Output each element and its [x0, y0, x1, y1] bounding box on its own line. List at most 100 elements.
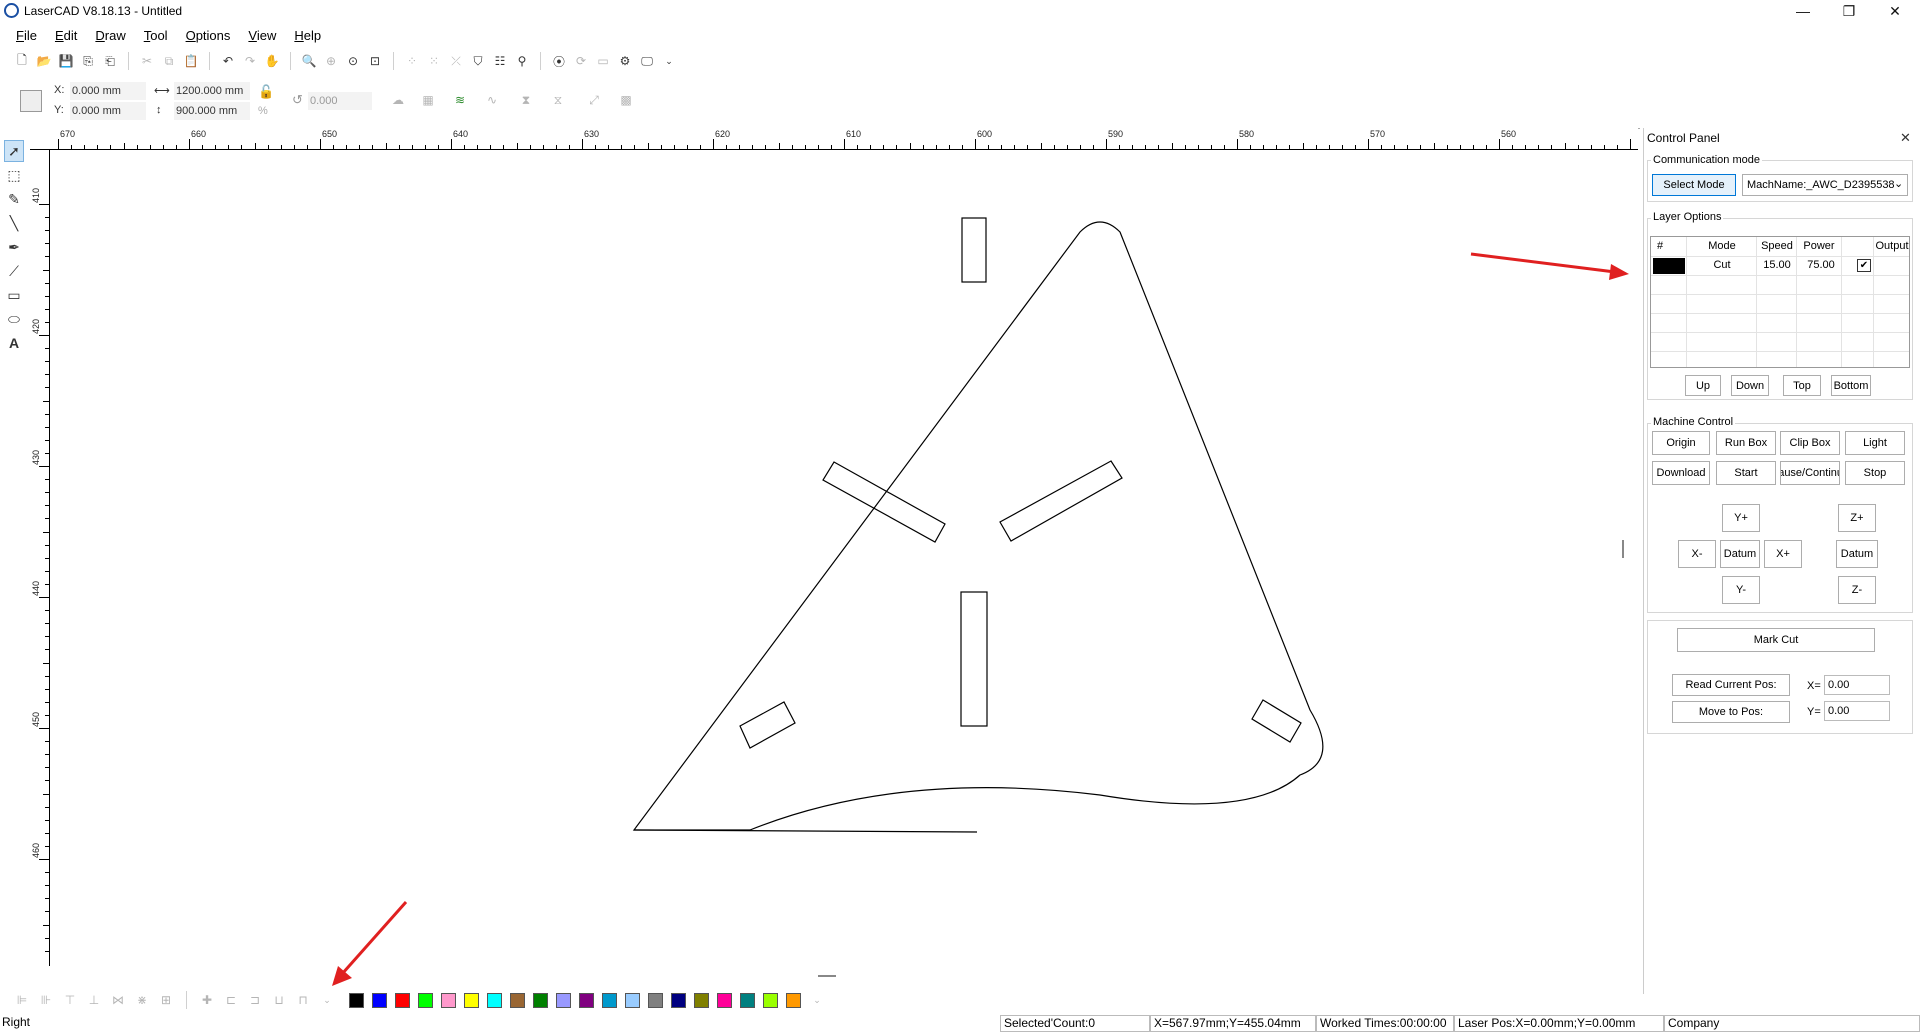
- polyline-icon[interactable]: ⟋: [4, 260, 24, 282]
- download-button[interactable]: Download: [1652, 461, 1710, 485]
- base-line-path[interactable]: [633, 829, 978, 833]
- layer-power[interactable]: 75.00: [1801, 259, 1841, 271]
- smooth-icon[interactable]: ∿: [484, 92, 500, 108]
- bezier-pen-icon[interactable]: ✎: [4, 188, 24, 210]
- cut-icon[interactable]: ✂: [139, 53, 155, 69]
- palette-swatch[interactable]: [395, 992, 410, 1008]
- menu-tool[interactable]: Tool: [144, 28, 168, 43]
- layer-top-button[interactable]: Top: [1783, 375, 1821, 396]
- layer-bottom-button[interactable]: Bottom: [1831, 375, 1871, 396]
- start-button[interactable]: Start: [1716, 461, 1776, 485]
- bitmap-icon[interactable]: ▩: [618, 92, 634, 108]
- palette-swatch[interactable]: [441, 992, 456, 1008]
- x-position-field[interactable]: 0.000 mm: [70, 82, 146, 100]
- redo-icon[interactable]: ↷: [242, 53, 258, 69]
- zoom-page-icon[interactable]: ⊡: [367, 53, 383, 69]
- align-vcenter-icon[interactable]: ⋈: [110, 992, 126, 1008]
- palette-swatch[interactable]: [786, 992, 801, 1008]
- menu-options[interactable]: Options: [186, 28, 231, 43]
- palette-swatch[interactable]: [763, 992, 778, 1008]
- jog-z-minus-button[interactable]: Z-: [1838, 576, 1876, 604]
- center-slot[interactable]: [960, 591, 988, 727]
- import-icon[interactable]: ⎘: [80, 53, 96, 69]
- palette-swatch[interactable]: [671, 992, 686, 1008]
- bottom-right-slot[interactable]: [1251, 699, 1302, 743]
- array-icon[interactable]: ☷: [492, 53, 508, 69]
- ellipse-icon[interactable]: ⬭: [4, 308, 24, 330]
- same-size-icon[interactable]: ⊔: [271, 992, 287, 1008]
- align-bottom-icon[interactable]: ⊥: [86, 992, 102, 1008]
- palette-swatch[interactable]: [418, 992, 433, 1008]
- palette-swatch[interactable]: [556, 992, 571, 1008]
- maximize-button[interactable]: ❐: [1826, 0, 1872, 22]
- jog-y-minus-button[interactable]: Y-: [1722, 576, 1760, 604]
- align-left-icon[interactable]: ⊫: [14, 992, 30, 1008]
- chevron-down-icon[interactable]: ⌄: [1894, 177, 1904, 190]
- origin-button[interactable]: Origin: [1652, 431, 1710, 455]
- toolbar-overflow-icon[interactable]: ⌄: [661, 53, 677, 69]
- distribute-icon[interactable]: ⊞: [158, 992, 174, 1008]
- frame-icon[interactable]: ▭: [595, 53, 611, 69]
- align-right-icon[interactable]: ⊪: [38, 992, 54, 1008]
- palette-swatch[interactable]: [625, 992, 640, 1008]
- break-icon[interactable]: ⤫: [448, 53, 464, 69]
- layer-up-button[interactable]: Up: [1685, 375, 1721, 396]
- open-file-icon[interactable]: 📂: [36, 53, 52, 69]
- layer-down-button[interactable]: Down: [1731, 375, 1769, 396]
- pos-y-field[interactable]: 0.00: [1824, 701, 1890, 721]
- select-nodes-icon[interactable]: ⁙: [426, 53, 442, 69]
- same-height-icon[interactable]: ⊐: [247, 992, 263, 1008]
- layer-speed[interactable]: 15.00: [1759, 259, 1795, 271]
- jog-x-minus-button[interactable]: X-: [1678, 540, 1716, 568]
- palette-swatch[interactable]: [579, 992, 594, 1008]
- new-file-icon[interactable]: 🗋: [14, 53, 30, 69]
- overflow-icon[interactable]: ⌄: [319, 992, 335, 1008]
- zoom-in-icon[interactable]: ⊕: [323, 53, 339, 69]
- menu-view[interactable]: View: [248, 28, 276, 43]
- weld-icon[interactable]: ☁: [390, 92, 406, 108]
- pause-continue-button[interactable]: Pause/Continue: [1780, 461, 1840, 485]
- palette-overflow-icon[interactable]: ⌄: [809, 992, 825, 1008]
- mirror-h-icon[interactable]: ⧗: [518, 92, 534, 108]
- canvas-horizontal-splitter[interactable]: [818, 975, 836, 977]
- line-icon[interactable]: ╲: [4, 212, 24, 234]
- same-width-icon[interactable]: ⊏: [223, 992, 239, 1008]
- settings-icon[interactable]: ⚙: [617, 53, 633, 69]
- menu-help[interactable]: Help: [294, 28, 321, 43]
- menu-draw[interactable]: Draw: [95, 28, 125, 43]
- pen-icon[interactable]: ✒: [4, 236, 24, 258]
- spacing-icon[interactable]: ⊓: [295, 992, 311, 1008]
- y-position-field[interactable]: 0.000 mm: [70, 102, 146, 120]
- layer-mode[interactable]: Cut: [1701, 259, 1743, 271]
- monitor-icon[interactable]: 🖵: [639, 53, 655, 69]
- save-icon[interactable]: 💾: [58, 53, 74, 69]
- run-box-button[interactable]: Run Box: [1716, 431, 1776, 455]
- rotate-field[interactable]: 0.000: [308, 92, 372, 110]
- palette-swatch[interactable]: [740, 992, 755, 1008]
- center-icon[interactable]: ✚: [199, 992, 215, 1008]
- export-icon[interactable]: ⎗: [102, 53, 118, 69]
- read-current-pos-button[interactable]: Read Current Pos:: [1672, 674, 1790, 696]
- undo-icon[interactable]: ↶: [220, 53, 236, 69]
- palette-swatch[interactable]: [349, 992, 364, 1008]
- lead-in-icon[interactable]: ⟳: [573, 53, 589, 69]
- pan-hand-icon[interactable]: ✋: [264, 53, 280, 69]
- minimize-button[interactable]: —: [1780, 0, 1826, 22]
- menu-file[interactable]: File: [16, 28, 37, 43]
- path-icon[interactable]: ⦿: [551, 53, 567, 69]
- node-select-icon[interactable]: ⬚: [4, 164, 24, 186]
- stop-button[interactable]: Stop: [1845, 461, 1905, 485]
- right-arm-slot[interactable]: [999, 460, 1123, 542]
- palette-swatch[interactable]: [487, 992, 502, 1008]
- palette-swatch[interactable]: [464, 992, 479, 1008]
- mark-cut-button[interactable]: Mark Cut: [1677, 628, 1875, 652]
- group-icon[interactable]: ▦: [420, 92, 436, 108]
- select-mode-button[interactable]: Select Mode: [1652, 174, 1736, 196]
- machine-select[interactable]: MachName:_AWC_D2395538: [1742, 174, 1908, 196]
- palette-swatch[interactable]: [694, 992, 709, 1008]
- tag-icon[interactable]: ⛉: [470, 53, 486, 69]
- jog-x-plus-button[interactable]: X+: [1764, 540, 1802, 568]
- layer-output-checkbox[interactable]: ✔: [1857, 259, 1871, 272]
- zoom-window-icon[interactable]: 🔍: [301, 53, 317, 69]
- node-edit-icon[interactable]: ⁘: [404, 53, 420, 69]
